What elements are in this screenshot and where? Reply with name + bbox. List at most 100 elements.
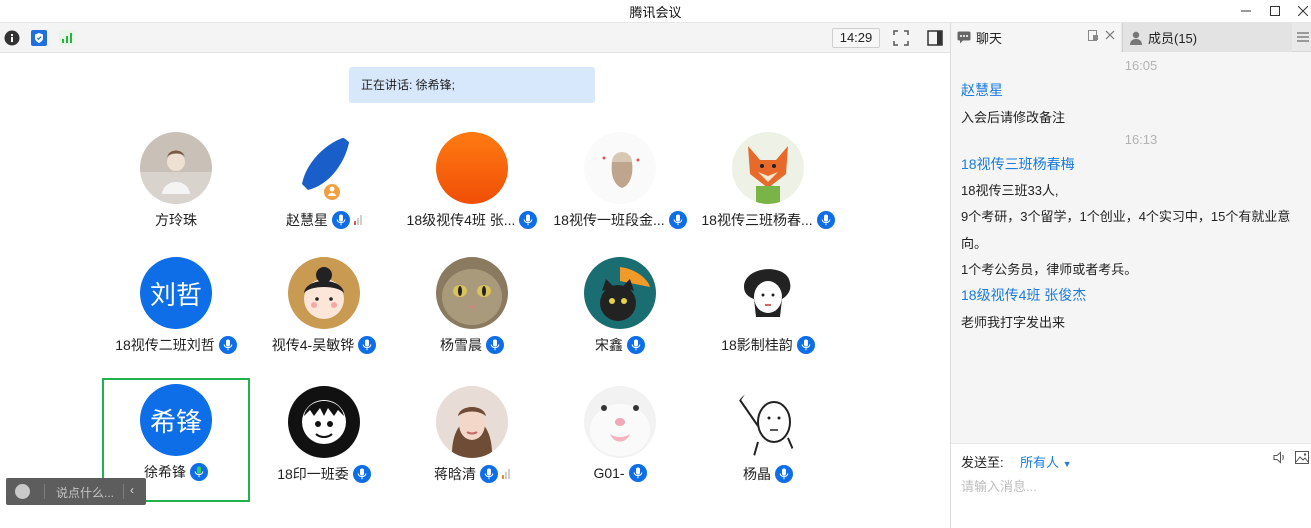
message-text: 向。: [961, 236, 988, 251]
minimize-icon: [1241, 10, 1251, 12]
quick-chat-box[interactable]: 说点什么... ‹: [6, 478, 146, 505]
microphone-icon: [519, 211, 538, 229]
person-icon: [1130, 31, 1142, 45]
participant-tile[interactable]: 18印一班委: [250, 378, 398, 502]
tab-chat-label: 聊天: [976, 31, 1003, 46]
participant-name: 18影制桂韵: [721, 337, 793, 353]
message-text: 18视传三班33人,: [961, 183, 1059, 198]
participant-name: 18级视传4班 张...: [406, 212, 516, 228]
chat-compose: 发送至: 所有人 ▼ 请输入消息...: [951, 443, 1311, 528]
microphone-icon: [627, 336, 645, 354]
participant-tile[interactable]: G01-: [546, 378, 694, 502]
message-sender[interactable]: 18视传三班杨春梅: [961, 154, 1075, 174]
maximize-icon: [1270, 6, 1280, 16]
toggle-side-panel-icon[interactable]: [927, 30, 943, 46]
menu-icon[interactable]: [1297, 31, 1309, 43]
message-text: 1个考公务员，律师或者考兵。: [961, 262, 1138, 277]
microphone-icon: [332, 211, 350, 229]
participant-name: 方玲珠: [155, 212, 197, 228]
participant-name: 徐希锋: [144, 464, 186, 480]
microphone-icon: [480, 465, 498, 483]
active-speaker-banner: 正在讲话: 徐希锋;: [349, 67, 595, 103]
fullscreen-icon[interactable]: [893, 30, 909, 46]
network-signal-icon: [354, 215, 362, 225]
close-icon: [1298, 6, 1308, 16]
participant-tile[interactable]: 方玲珠: [102, 124, 250, 248]
avatar: [436, 132, 508, 204]
signal-strength-icon[interactable]: [59, 30, 75, 46]
participant-name: 18视传一班段金...: [553, 212, 665, 228]
avatar: [584, 132, 656, 204]
avatar: 刘哲: [140, 257, 212, 329]
participant-tile[interactable]: 杨晶: [694, 378, 842, 502]
side-panel: 聊天 成员(15) 16:05 赵慧星 入会后请修改备注 16:13 18视传三…: [950, 23, 1311, 528]
participant-name: 蒋晗清: [434, 466, 476, 482]
security-shield-icon[interactable]: [31, 30, 47, 46]
message-text: 老师我打字发出来: [961, 315, 1066, 330]
avatar: [288, 132, 360, 204]
avatar: [584, 386, 656, 458]
close-chat-icon[interactable]: [1105, 30, 1115, 40]
message-timestamp: 16:13: [1124, 132, 1158, 147]
microphone-icon: [352, 465, 371, 483]
microphone-icon: [628, 464, 647, 482]
microphone-icon: [190, 463, 208, 481]
network-signal-icon: [502, 469, 510, 479]
participant-tile[interactable]: 视传4-吴敏铧: [250, 249, 398, 373]
info-icon[interactable]: [4, 30, 20, 46]
avatar: [584, 257, 656, 329]
video-toolbar: 14:29: [0, 23, 950, 53]
participant-name: 18视传二班刘哲: [115, 337, 215, 353]
participant-name: 赵慧星: [286, 212, 328, 228]
participant-tile[interactable]: 18级视传4班 张...: [398, 124, 546, 248]
participant-tile[interactable]: 18视传三班杨春...: [694, 124, 842, 248]
send-to-dropdown[interactable]: 所有人 ▼: [1020, 452, 1072, 471]
participant-name: 视传4-吴敏铧: [271, 337, 355, 353]
participant-tile[interactable]: 宋鑫: [546, 249, 694, 373]
emoji-icon[interactable]: [15, 484, 30, 499]
send-to-label: 发送至:: [961, 455, 1004, 470]
participant-tile[interactable]: 杨雪晨: [398, 249, 546, 373]
quick-chat-placeholder[interactable]: 说点什么...: [56, 484, 114, 501]
message-text: 入会后请修改备注: [961, 110, 1066, 125]
minimize-button[interactable]: [1230, 0, 1262, 22]
collapse-chevron-icon[interactable]: ‹: [130, 483, 134, 497]
avatar: [732, 132, 804, 204]
participant-tile[interactable]: 赵慧星: [250, 124, 398, 248]
participant-tile[interactable]: 刘哲 18视传二班刘哲: [102, 249, 250, 373]
participant-name: 18视传三班杨春...: [701, 212, 813, 228]
tab-members[interactable]: 成员(15): [1122, 23, 1292, 52]
message-text: 9个考研，3个留学，1个创业，4个实习中，15个有就业意: [961, 209, 1291, 224]
close-button[interactable]: [1287, 0, 1311, 22]
participant-tile[interactable]: 蒋晗清: [398, 378, 546, 502]
send-target-value: 所有人: [1020, 455, 1060, 470]
participant-tile[interactable]: 18影制桂韵: [694, 249, 842, 373]
participant-tile[interactable]: 18视传一班段金...: [546, 124, 694, 248]
meeting-clock: 14:29: [832, 28, 880, 48]
microphone-icon: [486, 336, 504, 354]
window-title: 腾讯会议: [629, 5, 682, 20]
title-bar: 腾讯会议: [0, 0, 1311, 23]
avatar: [288, 386, 360, 458]
message-sender[interactable]: 赵慧星: [961, 80, 1003, 100]
avatar: [140, 132, 212, 204]
participant-name: 杨晶: [743, 466, 771, 482]
microphone-icon: [358, 336, 377, 354]
avatar: [732, 257, 804, 329]
chat-input[interactable]: 请输入消息...: [961, 476, 1037, 495]
participant-name: 杨雪晨: [440, 337, 482, 353]
tab-chat[interactable]: 聊天: [951, 23, 1121, 52]
message-timestamp: 16:05: [1124, 58, 1158, 73]
microphone-icon: [218, 336, 237, 354]
avatar: [288, 257, 360, 329]
microphone-icon: [775, 465, 793, 483]
message-sender[interactable]: 18级视传4班 张俊杰: [961, 285, 1086, 305]
speaker-icon[interactable]: [1273, 451, 1286, 464]
image-icon[interactable]: [1295, 451, 1309, 464]
avatar: [436, 386, 508, 458]
participant-name: 18印一班委: [277, 466, 349, 482]
avatar: 希锋: [140, 384, 212, 456]
avatar: [732, 386, 804, 458]
popout-icon[interactable]: [1088, 30, 1099, 41]
chat-message-list: 16:05 赵慧星 入会后请修改备注 16:13 18视传三班杨春梅 18视传三…: [951, 53, 1311, 443]
